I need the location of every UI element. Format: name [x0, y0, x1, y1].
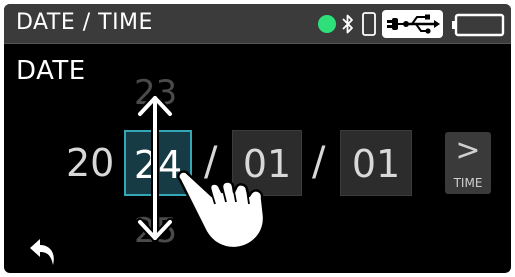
- date-section-label: DATE: [16, 56, 86, 86]
- bluetooth-icon: [342, 14, 353, 34]
- battery-icon: [452, 13, 505, 37]
- back-arrow-icon[interactable]: [28, 236, 60, 268]
- device-screen: DATE / TIME DATE 23 25 20 24 / 01 / 01 >…: [4, 4, 511, 273]
- chevron-right-icon: >: [455, 133, 481, 168]
- header-bar: DATE / TIME: [4, 4, 511, 44]
- vertical-swipe-arrow-icon: [136, 94, 174, 242]
- day-field[interactable]: 01: [340, 130, 412, 196]
- swipe-hand-icon: [177, 170, 266, 250]
- phone-icon: [362, 12, 376, 36]
- date-separator: /: [312, 139, 326, 185]
- page-title: DATE / TIME: [16, 10, 153, 35]
- next-time-button[interactable]: > TIME: [445, 132, 491, 194]
- status-indicator: [318, 15, 336, 33]
- year-century-prefix: 20: [66, 141, 115, 185]
- usb-power-icon: [382, 10, 443, 38]
- next-button-label: TIME: [453, 176, 483, 190]
